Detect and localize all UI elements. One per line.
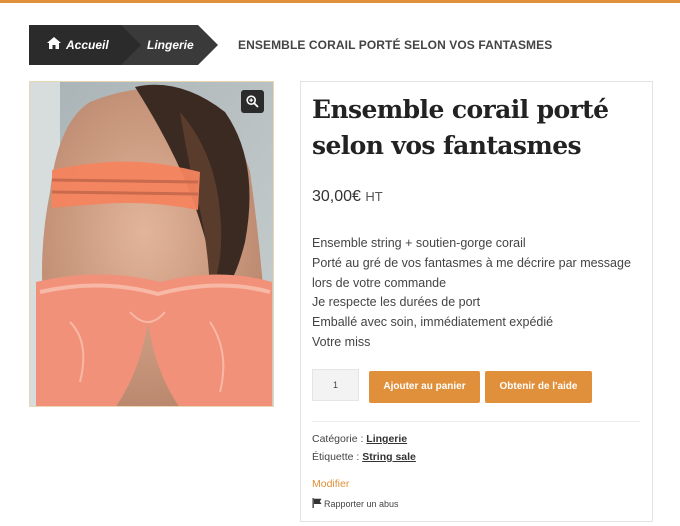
- tag-link[interactable]: String sale: [362, 451, 416, 463]
- description-line: Je respecte les durées de port: [312, 295, 481, 310]
- top-accent-line: [0, 0, 680, 3]
- breadcrumb-home-label[interactable]: Accueil: [66, 38, 109, 52]
- price-suffix: HT: [365, 189, 383, 204]
- quantity-input[interactable]: 1: [312, 369, 359, 401]
- add-to-cart-button[interactable]: Ajouter au panier: [369, 371, 480, 403]
- price-amount: 30,00€: [312, 188, 361, 205]
- report-abuse-link[interactable]: Rapporter un abus: [312, 498, 399, 509]
- product-photo-illustration: [30, 82, 273, 406]
- product-image[interactable]: [29, 81, 274, 407]
- category-link[interactable]: Lingerie: [366, 433, 407, 445]
- description-line: Emballé avec soin, immédiatement expédié: [312, 315, 554, 330]
- get-help-button[interactable]: Obtenir de l'aide: [485, 371, 592, 403]
- description-line: lors de votre commande: [312, 275, 447, 290]
- description-line: Ensemble string + soutien-gorge corail: [312, 236, 526, 250]
- zoom-in-icon: [246, 95, 259, 108]
- breadcrumb-category-label[interactable]: Lingerie: [147, 38, 194, 52]
- product-category: Catégorie : Lingerie: [312, 433, 407, 445]
- description-line: Votre miss: [312, 334, 371, 349]
- flag-icon: [312, 498, 322, 508]
- product-description: Ensemble string + soutien-gorge corail P…: [312, 234, 631, 353]
- product-tag: Étiquette : String sale: [312, 451, 416, 463]
- product-price: 30,00€ HT: [312, 188, 383, 206]
- product-title: Ensemble corail porté selon vos fantasme…: [312, 95, 609, 160]
- category-prefix: Catégorie :: [312, 433, 364, 445]
- description-line: Porté au gré de vos fantasmes à me décri…: [312, 255, 631, 270]
- report-abuse-label[interactable]: Rapporter un abus: [324, 499, 399, 509]
- edit-link[interactable]: Modifier: [312, 478, 349, 490]
- tag-prefix: Étiquette :: [312, 451, 360, 463]
- breadcrumb-current: ENSEMBLE CORAIL PORTÉ SELON VOS FANTASME…: [238, 38, 553, 52]
- image-zoom-button[interactable]: [241, 90, 264, 113]
- divider: [312, 421, 640, 422]
- home-icon: [47, 37, 61, 49]
